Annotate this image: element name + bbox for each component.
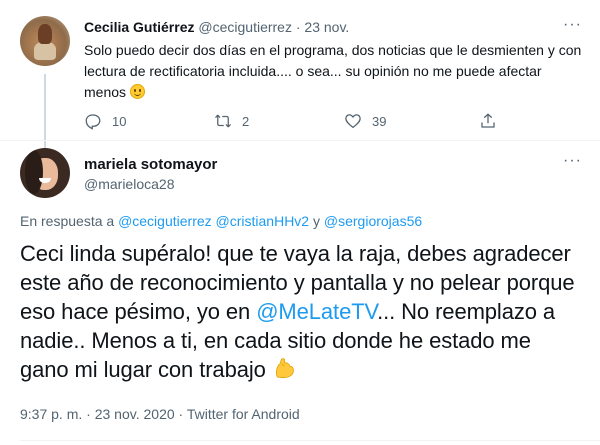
heart-icon: [345, 114, 361, 129]
author-name[interactable]: Cecilia Gutiérrez: [84, 19, 195, 35]
tweet-time[interactable]: 9:37 p. m.: [20, 406, 82, 422]
reply-button[interactable]: 10: [84, 112, 126, 130]
tweet-date[interactable]: 23 nov.: [304, 19, 349, 35]
avatar-figure-skirt: [34, 42, 56, 60]
author-handle[interactable]: @cecigutierrez: [198, 19, 292, 35]
parent-tweet[interactable]: Cecilia Gutiérrez @cecigutierrez · 23 no…: [0, 0, 600, 140]
tweet-date[interactable]: 23 nov. 2020: [95, 406, 175, 422]
separator-dot: ·: [295, 19, 301, 35]
flexed-biceps-icon: [275, 358, 294, 379]
tweet-source[interactable]: Twitter for Android: [187, 406, 300, 422]
replying-to-label: En respuesta a: [20, 213, 119, 229]
avatar-hair: [25, 150, 43, 194]
mention-link[interactable]: @cristianHHv2: [216, 213, 310, 229]
avatar[interactable]: [20, 148, 70, 198]
replying-to-joiner: y: [313, 213, 320, 229]
tweet-text: Ceci linda supéralo! que te vaya la raja…: [20, 239, 585, 384]
replying-to: En respuesta a @cecigutierrez @cristianH…: [20, 213, 422, 229]
mention-link[interactable]: @MeLateTV: [256, 299, 377, 324]
like-count: 39: [372, 113, 387, 129]
author-handle[interactable]: @marieloca28: [84, 176, 174, 192]
author-name[interactable]: mariela sotomayor: [84, 156, 217, 173]
like-button[interactable]: 39: [344, 112, 386, 130]
more-options-icon[interactable]: ···: [563, 152, 582, 170]
tweet-meta: 9:37 p. m. · 23 nov. 2020 · Twitter for …: [20, 406, 300, 422]
mention-link[interactable]: @sergiorojas56: [324, 213, 422, 229]
retweet-count: 2: [242, 113, 250, 129]
separator-dot: ·: [86, 406, 91, 422]
avatar-figure: [38, 24, 52, 44]
reply-count: 10: [112, 113, 127, 129]
slightly-smiling-face-icon: [129, 84, 145, 99]
tweet-text: Solo puedo decir dos días en el programa…: [84, 40, 584, 103]
share-button[interactable]: [479, 112, 497, 130]
tweet-actions: 10 2 39: [84, 112, 514, 132]
retweet-button[interactable]: 2: [214, 112, 249, 130]
separator-dot: ·: [178, 406, 184, 422]
reply-icon: [85, 114, 101, 130]
avatar[interactable]: [20, 16, 70, 66]
divider: [0, 140, 600, 141]
share-icon: [481, 113, 495, 128]
retweet-icon: [215, 114, 231, 128]
tweet-text-content: Solo puedo decir dos días en el programa…: [84, 42, 582, 100]
mention-link[interactable]: @cecigutierrez: [118, 213, 212, 229]
more-options-icon[interactable]: ···: [563, 16, 582, 34]
parent-tweet-header: Cecilia Gutiérrez @cecigutierrez · 23 no…: [84, 18, 349, 36]
divider: [20, 440, 600, 441]
